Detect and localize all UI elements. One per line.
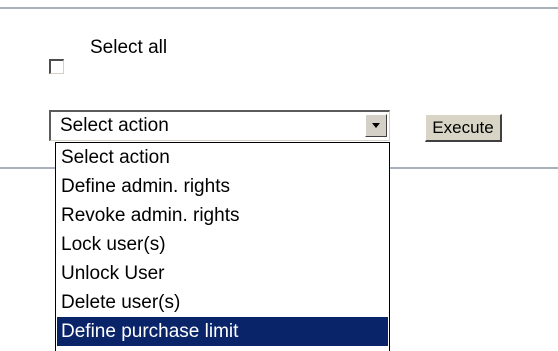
execute-button[interactable]: Execute: [425, 114, 502, 142]
select-all-label: Select all: [90, 37, 168, 58]
action-dropdown-list: Select action Define admin. rights Revok…: [55, 142, 390, 351]
option-lock-users[interactable]: Lock user(s): [57, 230, 388, 259]
option-unlock-user[interactable]: Unlock User: [57, 259, 388, 288]
option-define-purchase-limit[interactable]: Define purchase limit: [57, 317, 388, 346]
option-select-action[interactable]: Select action: [57, 143, 388, 172]
action-select[interactable]: Select action: [49, 110, 390, 141]
chevron-down-icon: [372, 123, 380, 128]
dropdown-arrow-button[interactable]: [365, 114, 387, 137]
select-all-checkbox[interactable]: [49, 59, 64, 74]
option-define-admin-rights[interactable]: Define admin. rights: [57, 172, 388, 201]
top-divider: [0, 7, 558, 9]
option-revoke-admin-rights[interactable]: Revoke admin. rights: [57, 201, 388, 230]
option-delete-users[interactable]: Delete user(s): [57, 288, 388, 317]
action-select-value: Select action: [60, 115, 169, 136]
